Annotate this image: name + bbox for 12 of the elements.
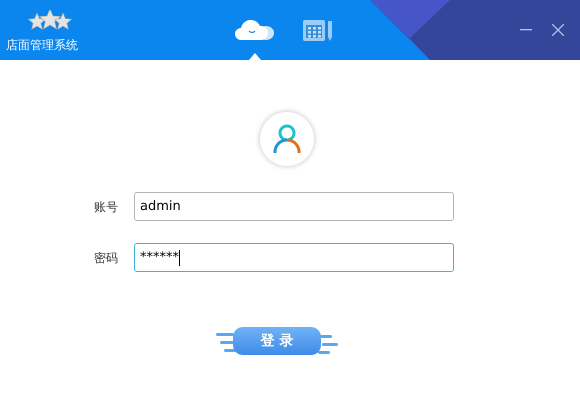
field-label: 账号 <box>94 198 119 216</box>
close-icon[interactable] <box>552 24 564 36</box>
avatar-icon <box>260 112 314 166</box>
cloud-icon <box>235 19 275 41</box>
selection-pointer-icon <box>249 53 261 60</box>
calendar-icon <box>302 17 334 43</box>
app-title: 店面管理系统 <box>6 37 78 54</box>
minimize-icon[interactable] <box>520 29 532 31</box>
field-label: 密码 <box>94 250 119 266</box>
input-field[interactable]: admin <box>134 192 454 221</box>
input-field[interactable]: ****** <box>134 243 454 272</box>
stars-logo-icon <box>27 10 73 32</box>
